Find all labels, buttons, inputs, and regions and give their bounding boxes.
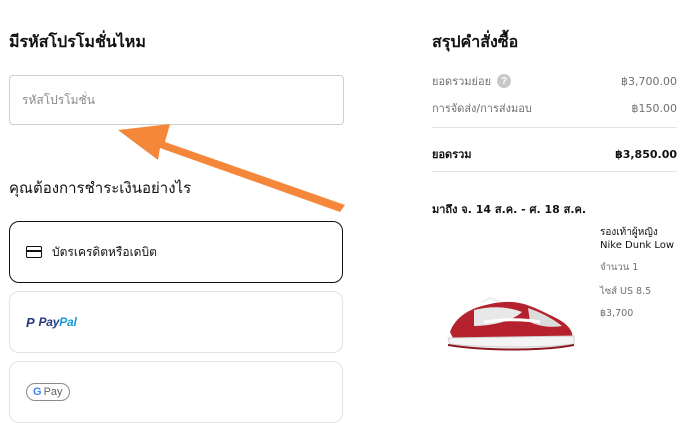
product-info: รองเท้าผู้หญิง Nike Dunk Low จำนวน 1 ไซส… [600, 226, 680, 319]
delivery-value: ฿150.00 [631, 101, 678, 115]
total-value: ฿3,850.00 [615, 147, 677, 161]
promo-code-input[interactable] [9, 75, 344, 125]
payment-option-card-label: บัตรเครดิตหรือเดบิต [52, 244, 157, 259]
checkout-left-column: มีรหัสโปรโมชั่นไหม คุณต้องการชำระเงินอย่… [0, 0, 360, 431]
order-summary-title: สรุปคำสั่งซื้อ [432, 32, 519, 51]
google-pay-logo: G Pay [26, 383, 70, 401]
summary-divider [432, 171, 677, 172]
payment-option-google-pay[interactable]: G Pay [9, 361, 343, 423]
product-image-sneaker [447, 296, 575, 351]
arrival-date: มาถึง จ. 14 ส.ค. - ศ. 18 ส.ค. [432, 203, 587, 216]
paypal-word-pay: Pay [38, 315, 60, 329]
subtotal-row: ยอดรวมย่อย ? ฿3,700.00 [432, 72, 677, 90]
promo-heading: มีรหัสโปรโมชั่นไหม [9, 32, 146, 51]
payment-option-paypal[interactable]: P Pay Pal [9, 291, 343, 353]
product-quantity: จำนวน 1 [600, 262, 639, 273]
paypal-logo: P Pay Pal [26, 315, 77, 330]
total-label: ยอดรวม [432, 148, 472, 161]
product-size: ไซส์ US 8.5 [600, 286, 652, 297]
summary-divider [432, 127, 677, 128]
payment-heading: คุณต้องการชำระเงินอย่างไร [9, 179, 192, 197]
google-g-icon: G [33, 386, 42, 398]
total-row: ยอดรวม ฿3,850.00 [432, 145, 677, 163]
payment-option-card[interactable]: บัตรเครดิตหรือเดบิต [9, 221, 343, 283]
help-icon[interactable]: ? [497, 74, 512, 88]
subtotal-value: ฿3,700.00 [621, 74, 677, 88]
subtotal-label: ยอดรวมย่อย [432, 75, 492, 88]
product-name: รองเท้าผู้หญิง Nike Dunk Low [600, 227, 675, 251]
order-summary: สรุปคำสั่งซื้อ ยอดรวมย่อย ? ฿3,700.00 กา… [432, 0, 677, 431]
delivery-label: การจัดส่ง/การส่งมอบ [432, 102, 532, 115]
google-pay-word: Pay [43, 386, 63, 398]
paypal-word-pal: Pal [59, 315, 77, 329]
delivery-row: การจัดส่ง/การส่งมอบ ฿150.00 [432, 99, 677, 117]
credit-card-icon [26, 246, 42, 258]
product-price: ฿3,700 [600, 308, 634, 319]
paypal-mark: P [26, 314, 35, 330]
